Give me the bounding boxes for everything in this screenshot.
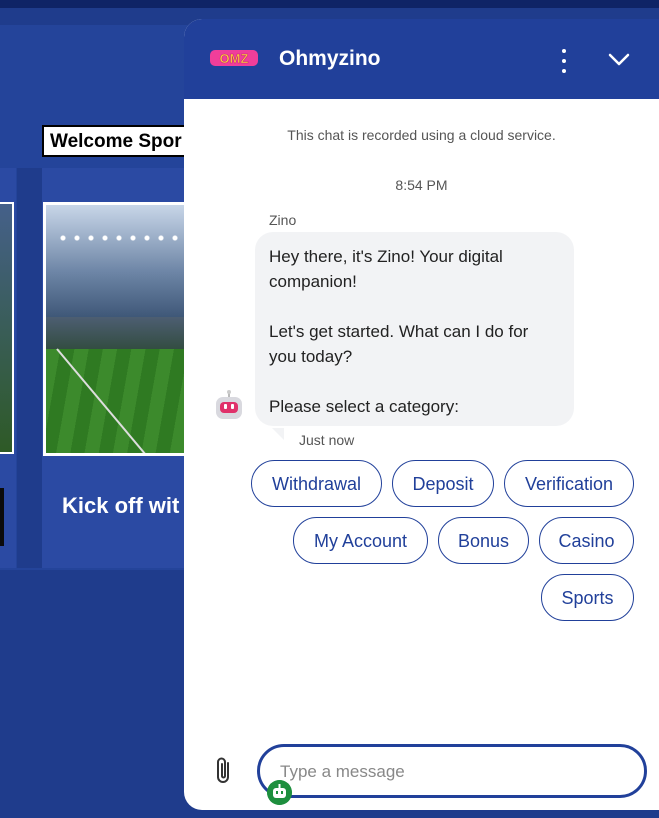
promo-card-left-button[interactable] xyxy=(0,488,4,546)
recording-notice: This chat is recorded using a cloud serv… xyxy=(287,127,556,143)
category-casino-button[interactable]: Casino xyxy=(539,517,634,564)
message-input-container[interactable] xyxy=(257,744,647,798)
svg-text:OMZ: OMZ xyxy=(220,51,249,66)
category-deposit-button[interactable]: Deposit xyxy=(392,460,494,507)
message-line: Let's get started. What can I do for you… xyxy=(269,322,529,366)
bot-status-icon xyxy=(267,780,292,805)
chat-header: OMZ Ohmyzino xyxy=(184,19,659,99)
conversation-timestamp: 8:54 PM xyxy=(395,177,448,193)
message-time: Just now xyxy=(299,432,355,448)
paperclip-icon[interactable] xyxy=(212,755,236,787)
message-line: Please select a category: xyxy=(269,397,459,416)
category-withdrawal-button[interactable]: Withdrawal xyxy=(251,460,382,507)
category-sports-button[interactable]: Sports xyxy=(541,574,634,621)
category-verification-button[interactable]: Verification xyxy=(504,460,634,507)
card-gap xyxy=(17,168,42,568)
chat-widget: OMZ Ohmyzino This chat is recorded using… xyxy=(184,19,659,810)
bot-message-bubble: Hey there, it's Zino! Your digital compa… xyxy=(255,232,574,426)
bot-avatar-icon xyxy=(216,390,242,419)
message-input[interactable] xyxy=(280,759,620,785)
promo-card-left-image xyxy=(0,202,14,454)
site-top-strip xyxy=(0,0,659,8)
sender-name: Zino xyxy=(269,212,297,228)
promo-card-title: Welcome Spor xyxy=(42,125,202,157)
category-bonus-button[interactable]: Bonus xyxy=(438,517,529,564)
category-my-account-button[interactable]: My Account xyxy=(293,517,428,564)
kebab-menu-icon[interactable] xyxy=(554,43,574,75)
chevron-down-icon[interactable] xyxy=(604,47,634,71)
message-line: Hey there, it's Zino! Your digital compa… xyxy=(269,247,503,291)
stadium-image xyxy=(43,202,203,456)
promo-card-heading: Kick off wit xyxy=(62,493,180,518)
bubble-tail xyxy=(272,428,284,440)
brand-logo: OMZ xyxy=(210,50,258,66)
chat-brand-name: Ohmyzino xyxy=(279,47,381,70)
